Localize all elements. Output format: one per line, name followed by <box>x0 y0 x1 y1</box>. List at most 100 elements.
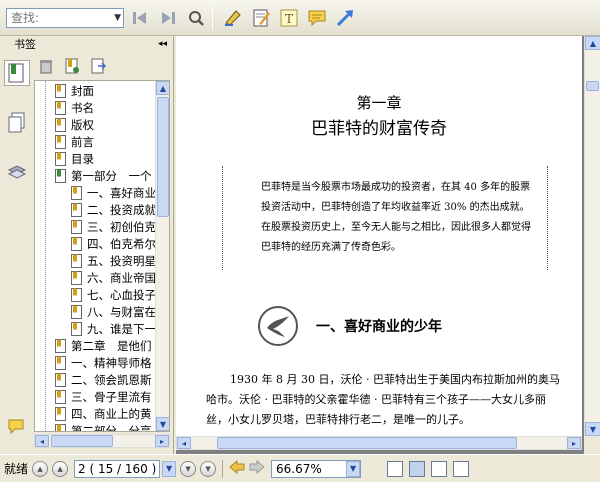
bookmark-item[interactable]: 一、精神导师格 <box>55 354 169 371</box>
find-next-button[interactable] <box>156 6 180 30</box>
bookmark-label: 书名 <box>71 100 94 115</box>
bookmark-hscrollbar[interactable]: ◂ ▸ <box>34 434 170 448</box>
bookmark-item[interactable]: 四、伯克希尔 <box>55 235 169 252</box>
bookmark-item[interactable]: 四、商业上的黄 <box>55 405 169 422</box>
doc-hscroll-thumb[interactable] <box>217 437 517 449</box>
status-bar: 就绪 ▲ ▲ 2 ( 15 / 160 ) ▼ ▼ ▼ 66.67% ▼ <box>0 454 600 482</box>
bookmark-item[interactable]: 三、骨子里流有 <box>55 388 169 405</box>
note-button[interactable] <box>249 6 273 30</box>
bookmark-scrollbar[interactable]: ▲ ▼ <box>155 81 169 431</box>
bookmark-icon <box>71 219 82 234</box>
bookmark-item[interactable]: 二、投资成就 <box>55 201 169 218</box>
bookmark-icon <box>55 168 66 183</box>
zoom-select[interactable]: 66.67% ▼ <box>271 459 362 478</box>
new-bookmark-icon[interactable] <box>64 58 80 74</box>
bookmark-label: 二、投资成就 <box>87 202 156 217</box>
bookmark-icon <box>55 338 66 353</box>
bookmark-item[interactable]: 封面 <box>55 82 169 99</box>
bookmark-item[interactable]: 二、领会凯恩斯 <box>55 371 169 388</box>
bookmark-item[interactable]: 七、心血投子 <box>55 286 169 303</box>
forward-arrow-icon <box>249 459 265 475</box>
bookmark-icon <box>55 423 66 431</box>
search-input[interactable] <box>7 8 107 27</box>
document-scrollbar[interactable]: ▲ ▼ <box>584 36 600 436</box>
status-text: 就绪 <box>4 462 29 476</box>
bookmark-item[interactable]: 第二部分 分享 <box>55 422 169 432</box>
zoom-dropdown-icon[interactable]: ▼ <box>346 460 361 477</box>
scroll-left-icon[interactable]: ◂ <box>35 435 49 447</box>
bookmark-icon <box>55 355 66 370</box>
bookmark-options-icon[interactable] <box>90 58 106 74</box>
search-box[interactable]: ▼ <box>6 7 124 28</box>
bookmark-label: 第一部分 一个 <box>71 168 152 183</box>
bookmark-item[interactable]: 八、与财富在 <box>55 303 169 320</box>
highlight-button[interactable] <box>221 6 245 30</box>
continuous-view-button[interactable] <box>409 460 426 477</box>
bookmark-item[interactable]: 版权 <box>55 116 169 133</box>
collapse-panel-button[interactable]: ◂◂ <box>158 39 167 49</box>
last-page-button[interactable]: ▼ <box>200 460 217 477</box>
doc-scroll-up-icon[interactable]: ▲ <box>585 36 600 50</box>
next-page-icon: ▼ <box>185 464 191 473</box>
facing-view-button[interactable] <box>431 460 448 477</box>
doc-scroll-thumb[interactable] <box>586 81 599 91</box>
go-forward-button[interactable] <box>249 459 265 477</box>
scroll-up-icon[interactable]: ▲ <box>156 81 169 95</box>
scroll-thumb[interactable] <box>157 97 169 217</box>
bookmark-item[interactable]: 目录 <box>55 150 169 167</box>
bookmark-item[interactable]: 三、初创伯克 <box>55 218 169 235</box>
bookmark-panel-title: 书签 <box>14 38 36 51</box>
document-hscrollbar[interactable]: ◂ ▸ <box>176 436 582 450</box>
section-heading: 一、喜好商业的少年 <box>258 306 442 346</box>
bookmark-panel-header: 书签 ◂◂ <box>0 36 173 52</box>
bookmark-icon <box>55 134 66 149</box>
bird-emblem-icon <box>258 306 298 346</box>
find-all-button[interactable] <box>184 6 208 30</box>
first-page-button[interactable]: ▲ <box>32 460 49 477</box>
pages-tab[interactable] <box>4 110 30 136</box>
comments-tab[interactable] <box>4 414 30 440</box>
scroll-down-icon[interactable]: ▼ <box>156 417 169 431</box>
continuous-facing-view-button[interactable] <box>453 460 470 477</box>
find-previous-button[interactable] <box>128 6 152 30</box>
search-dropdown-icon[interactable]: ▼ <box>114 13 121 23</box>
bookmark-label: 第二部分 分享 <box>71 423 152 432</box>
page-number-field[interactable]: 2 ( 15 / 160 ) <box>74 459 161 478</box>
bookmark-label: 第二章 是他们 <box>71 338 152 353</box>
bookmark-label: 前言 <box>71 134 94 149</box>
bookmarks-tab[interactable] <box>4 60 30 86</box>
bookmark-item[interactable]: 六、商业帝国 <box>55 269 169 286</box>
doc-scroll-left-icon[interactable]: ◂ <box>177 437 191 449</box>
page-dropdown-icon[interactable]: ▼ <box>162 460 177 477</box>
text-button[interactable]: T <box>277 6 301 30</box>
bookmark-item[interactable]: 一、喜好商业 <box>55 184 169 201</box>
delete-bookmark-icon[interactable] <box>38 58 54 74</box>
note-icon <box>253 9 270 26</box>
layers-tab[interactable] <box>4 160 30 186</box>
bookmarks-icon <box>8 63 24 83</box>
bookmark-item[interactable]: 第二章 是他们 <box>55 337 169 354</box>
section-title: 一、喜好商业的少年 <box>316 319 442 335</box>
doc-scroll-right-icon[interactable]: ▸ <box>567 437 581 449</box>
bookmark-icon <box>55 100 66 115</box>
bookmark-item[interactable]: 九、谁是下一 <box>55 320 169 337</box>
single-page-view-button[interactable] <box>387 460 404 477</box>
doc-scroll-down-icon[interactable]: ▼ <box>585 422 600 436</box>
comment-button[interactable] <box>305 6 329 30</box>
bookmark-item[interactable]: 书名 <box>55 99 169 116</box>
document-page: 第一章 巴菲特的财富传奇 巴菲特是当今股票市场最成功的投资者，在其 40 多年的… <box>176 36 582 436</box>
bookmark-item[interactable]: 前言 <box>55 133 169 150</box>
back-arrow-icon <box>229 459 245 475</box>
previous-page-button[interactable]: ▲ <box>52 460 69 477</box>
bookmark-icon <box>55 406 66 421</box>
bookmark-item[interactable]: 第一部分 一个 <box>55 167 169 184</box>
hscroll-thumb[interactable] <box>51 435 113 447</box>
scroll-right-icon[interactable]: ▸ <box>155 435 169 447</box>
bookmark-label: 六、商业帝国 <box>87 270 156 285</box>
next-page-button[interactable]: ▼ <box>180 460 197 477</box>
bookmark-icon <box>71 270 82 285</box>
bookmark-item[interactable]: 五、投资明星 <box>55 252 169 269</box>
go-back-button[interactable] <box>229 459 245 477</box>
arrow-button[interactable] <box>333 6 357 30</box>
arrow-icon <box>336 9 353 26</box>
